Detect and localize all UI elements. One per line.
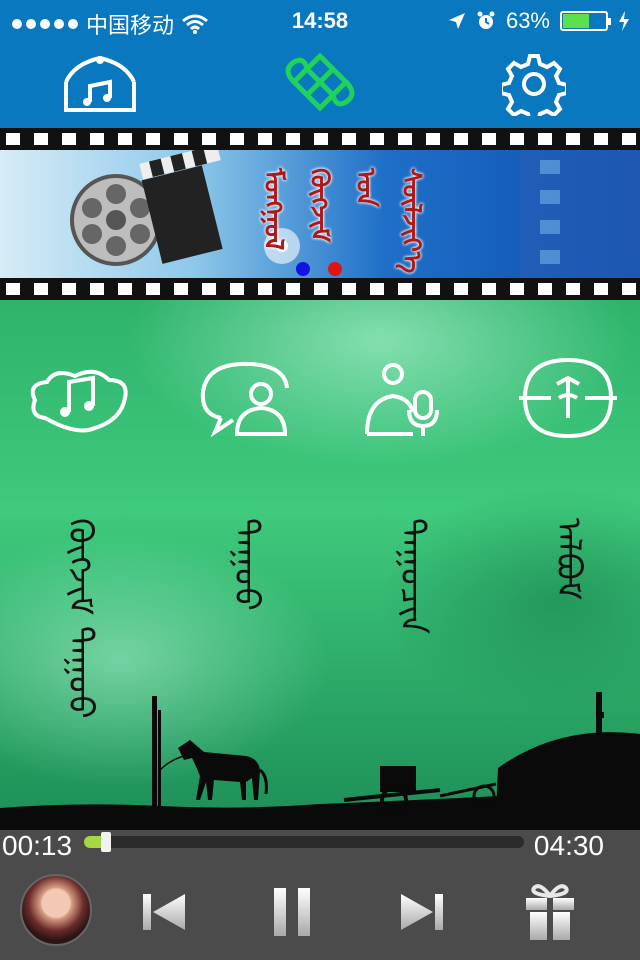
next-icon [401, 894, 443, 930]
film-perforation [286, 133, 300, 145]
current-time: 00:13 [2, 830, 73, 861]
banner-dot-2[interactable] [328, 262, 342, 276]
film-perforation [6, 283, 20, 295]
category-area: ᠬᠥᠭᠵᠢᠮ ᠳᠠᠭᠤᠤ ᠳᠠᠭᠤᠤ ᠳᠠᠭᠤᠴᠢᠨ ᠠᠯᠪᠤᠮ [0, 300, 640, 830]
film-perforation [454, 133, 468, 145]
film-perforation [566, 133, 580, 145]
film-perforation [370, 133, 384, 145]
battery-icon [560, 11, 611, 31]
film-perforation [230, 283, 244, 295]
progress-slider[interactable] [84, 832, 524, 852]
film-perforation [174, 133, 188, 145]
film-perforation [370, 283, 384, 295]
gear-icon [502, 54, 566, 116]
film-perforation [510, 283, 524, 295]
film-perforation [202, 133, 216, 145]
film-perforation [6, 133, 20, 145]
banner-dot-1[interactable] [296, 262, 310, 276]
music-player-bar: 00:13 04:30 [0, 830, 640, 960]
film-perforation [538, 133, 552, 145]
nav-endless-knot-button[interactable] [280, 48, 360, 120]
film-perforation [482, 283, 496, 295]
film-perforation [622, 283, 636, 295]
pause-icon [274, 888, 310, 936]
film-perforation [538, 283, 552, 295]
progress-thumb[interactable] [101, 832, 111, 852]
alarm-icon [477, 11, 495, 29]
film-perforation [594, 283, 608, 295]
charging-bolt-icon [619, 11, 629, 31]
film-perforation [314, 133, 328, 145]
film-perforation [314, 283, 328, 295]
artist-avatar[interactable] [20, 874, 92, 946]
film-perforation [622, 133, 636, 145]
film-perforation [146, 133, 160, 145]
previous-icon [143, 894, 185, 930]
film-perforation [286, 283, 300, 295]
film-perforation [174, 283, 188, 295]
film-perforation [118, 133, 132, 145]
film-perforation [62, 133, 76, 145]
film-perforation [118, 283, 132, 295]
film-strip-top [0, 128, 640, 150]
film-perforation [342, 283, 356, 295]
top-bar: 中国移动 14:58 63% [0, 0, 640, 128]
film-perforation [90, 283, 104, 295]
status-bar: 中国移动 14:58 63% [0, 0, 640, 40]
film-perforation [90, 133, 104, 145]
film-perforation [342, 133, 356, 145]
film-strip-bottom [0, 278, 640, 300]
endless-knot-icon [285, 52, 355, 112]
nav-music-home-button[interactable] [60, 48, 140, 120]
film-perforation [34, 133, 48, 145]
film-perforation [426, 283, 440, 295]
film-perforation [566, 283, 580, 295]
film-perforation [62, 283, 76, 295]
film-perforation [398, 133, 412, 145]
gift-icon [526, 884, 574, 940]
battery-percent: 63% [505, 8, 550, 33]
banner-page-dots [296, 262, 342, 276]
film-perforation [258, 283, 272, 295]
nav-settings-button[interactable] [494, 48, 574, 120]
film-perforation [398, 283, 412, 295]
total-time: 04:30 [533, 830, 604, 861]
film-perforation [258, 133, 272, 145]
film-perforation [146, 283, 160, 295]
pause-button[interactable] [252, 880, 332, 944]
film-perforation [482, 133, 496, 145]
gift-button[interactable] [510, 880, 590, 944]
location-arrow-icon [448, 13, 465, 29]
film-perforation [454, 283, 468, 295]
banner-carousel[interactable]: ᠮᠣᠩᠭᠣᠯ ᠬᠥᠭᠵᠢᠮ ᠤᠨ ᠰᠦᠯᠵᠢᠶ᠎ᠡ [0, 128, 640, 300]
steppe-silhouette [0, 692, 640, 830]
film-perforation [230, 133, 244, 145]
film-perforation [34, 283, 48, 295]
banner-mongolian-title: ᠮᠣᠩᠭᠣᠯ ᠬᠥᠭᠵᠢᠮ ᠤᠨ ᠰᠦᠯᠵᠢᠶ᠎ᠡ [258, 168, 426, 274]
film-perforation [426, 133, 440, 145]
previous-button[interactable] [124, 880, 204, 944]
yurt-music-icon [64, 55, 136, 112]
next-button[interactable] [382, 880, 462, 944]
film-perforation [202, 283, 216, 295]
film-perforation [510, 133, 524, 145]
film-perforation [594, 133, 608, 145]
